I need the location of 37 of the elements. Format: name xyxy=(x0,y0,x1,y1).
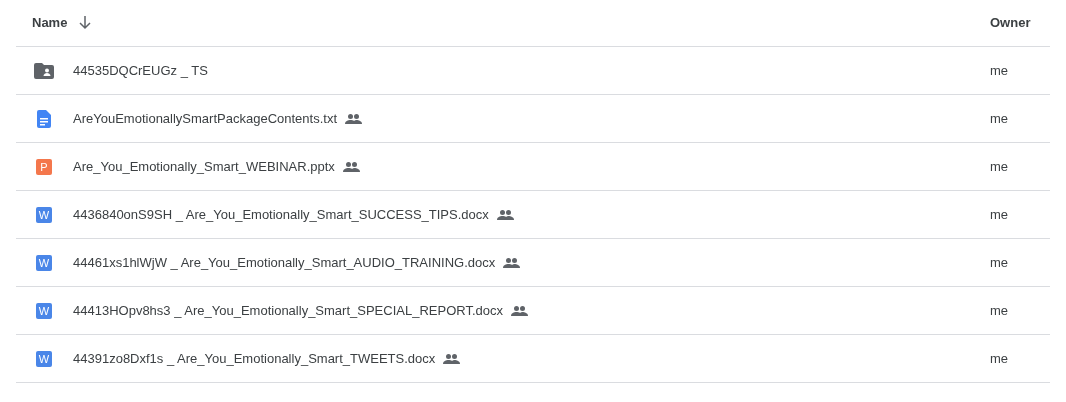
document-icon xyxy=(37,109,51,128)
owner-text: me xyxy=(990,253,1010,272)
shared-people-icon xyxy=(342,161,360,172)
file-row[interactable]: W 44391zo8Dxf1s _ Are_You_Emotionally_Smart_TWEETS.docx me xyxy=(16,335,1050,383)
file-name: 44461xs1hlWjW _ Are_You_Emotionally_Smart_AUDIO_TRAINING.docx xyxy=(73,253,496,272)
owner-text: me xyxy=(990,349,1010,368)
shared-people-icon xyxy=(345,113,362,124)
shared-people-icon xyxy=(503,257,521,268)
owner-text: me xyxy=(990,301,1010,320)
word-file-icon: W xyxy=(36,350,52,367)
file-row[interactable]: W 44461xs1hlWjW _ Are_You_Emotionally_Smart_AUDIO_TRAINING.docx me xyxy=(16,239,1050,287)
file-row[interactable]: W 4436840onS9SH _ Are_You_Emotionally_Smart_SUCCESS_TIPS.docx me xyxy=(16,191,1050,239)
owner-text: me xyxy=(990,109,1010,128)
file-name: 44391zo8Dxf1s _ Are_You_Emotionally_Smart_TWEETS.docx xyxy=(73,349,436,368)
word-file-icon: W xyxy=(36,254,52,271)
file-name: AreYouEmotionallySmartPackageContents.txt xyxy=(73,109,337,128)
shared-people-icon xyxy=(443,353,461,364)
sort-down-arrow-icon[interactable] xyxy=(79,16,92,30)
file-row[interactable]: P Are_You_Emotionally_Smart_WEBINAR.pptx me xyxy=(16,143,1050,191)
word-file-icon: W xyxy=(36,206,52,223)
owner-text: me xyxy=(990,61,1010,80)
file-name: 4436840onS9SH _ Are_You_Emotionally_Smart_SUCCESS_TIPS.docx xyxy=(73,205,489,224)
file-row[interactable]: W 44413HOpv8hs3 _ Are_You_Emotionally_Smart_SPECIAL_REPORT.docx me xyxy=(16,287,1050,335)
file-name: Are_You_Emotionally_Smart_WEBINAR.pptx xyxy=(73,157,335,176)
column-header[interactable]: Name xyxy=(32,13,68,33)
column-header[interactable]: Owner xyxy=(990,13,1031,33)
word-file-icon: W xyxy=(36,302,52,319)
shared-people-icon xyxy=(496,209,514,220)
shared-people-icon xyxy=(511,305,528,316)
file-row[interactable]: AreYouEmotionallySmartPackageContents.txt me xyxy=(16,95,1050,143)
shared-folder-icon xyxy=(34,62,54,79)
file-name: 44535DQCrEUGz _ TS xyxy=(73,61,208,80)
owner-text: me xyxy=(990,157,1010,176)
owner-text: me xyxy=(990,205,1010,224)
file-row[interactable]: 44535DQCrEUGz _ TS me xyxy=(16,47,1050,95)
slides-file-icon: P xyxy=(36,158,52,175)
file-name: 44413HOpv8hs3 _ Are_You_Emotionally_Smart_SPECIAL_REPORT.docx xyxy=(73,301,503,320)
